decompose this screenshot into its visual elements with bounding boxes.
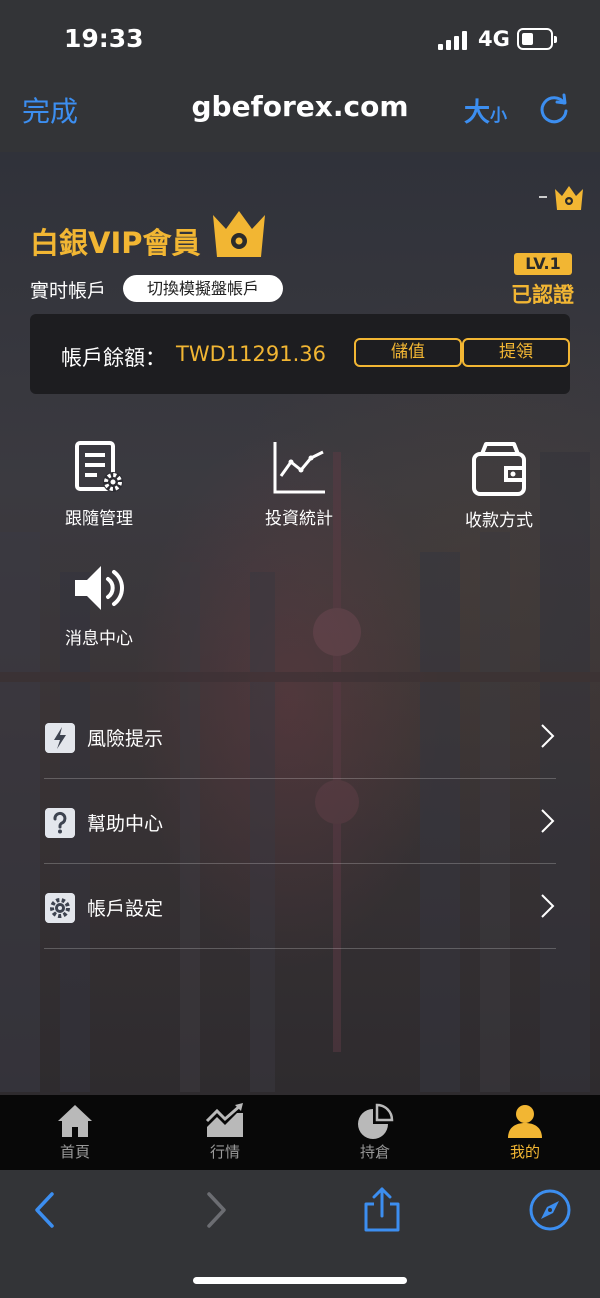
- verified-status: 已認證: [511, 283, 574, 307]
- crown-small-icon: [555, 186, 583, 210]
- grid-message-center[interactable]: 消息中心: [29, 560, 169, 649]
- grid-label: 收款方式: [465, 511, 533, 531]
- lightning-icon: [45, 723, 75, 753]
- compass-icon[interactable]: [528, 1188, 572, 1232]
- menu-label: 帳戶設定: [87, 898, 164, 920]
- home-indicator: [193, 1277, 407, 1284]
- reload-icon[interactable]: [537, 92, 571, 126]
- document-gear-icon: [75, 441, 123, 492]
- tab-label: 我的: [509, 1143, 540, 1161]
- tab-label: 行情: [209, 1143, 240, 1161]
- pie-chart-icon: [358, 1103, 394, 1139]
- balance-label: 帳戶餘額：: [61, 346, 166, 370]
- tab-positions[interactable]: 持倉: [330, 1103, 420, 1162]
- text-size-button[interactable]: 大小: [464, 92, 507, 129]
- tab-mine[interactable]: 我的: [480, 1103, 570, 1162]
- forward-icon[interactable]: [205, 1190, 229, 1230]
- profile-page: 白銀VIP會員 實时帳戶 切換模擬盤帳戶 LV.1 已認證 帳戶餘額： TWD1…: [0, 152, 600, 1095]
- grid-follow-management[interactable]: 跟隨管理: [29, 440, 169, 529]
- balance-card: 帳戶餘額： TWD11291.36 儲值 提領: [30, 314, 570, 394]
- user-icon: [508, 1105, 542, 1138]
- status-time: 19:33: [64, 24, 144, 53]
- tab-label: 持倉: [359, 1143, 390, 1161]
- chevron-right-icon: [541, 894, 555, 918]
- battery-icon: [517, 28, 557, 50]
- vip-title: 白銀VIP會員: [30, 226, 201, 260]
- grid-label: 投資統計: [265, 509, 333, 529]
- grid-investment-stats[interactable]: 投資統計: [229, 440, 369, 529]
- balance-value: TWD11291.36: [176, 342, 326, 366]
- browser-bottom-bar: [0, 1170, 600, 1298]
- grid-label: 跟隨管理: [65, 509, 133, 529]
- account-type: 實时帳戶: [30, 280, 107, 302]
- menu-item-risk-warning[interactable]: 風險提示: [44, 694, 556, 779]
- text-size-big: 大: [464, 98, 491, 128]
- speaker-icon: [75, 566, 124, 610]
- grid-payment-methods[interactable]: 收款方式: [429, 440, 569, 531]
- line-chart-icon: [273, 442, 325, 494]
- share-icon[interactable]: [362, 1186, 402, 1232]
- wallet-icon: [472, 442, 526, 496]
- back-icon[interactable]: [32, 1190, 56, 1230]
- chevron-right-icon: [541, 809, 555, 833]
- grid-label: 消息中心: [65, 629, 133, 649]
- bottom-tab-bar: 首頁 行情 持倉 我的: [0, 1095, 600, 1170]
- status-bar: 19:33 4G: [0, 0, 600, 78]
- signal-icon: [438, 30, 468, 50]
- question-icon: [45, 808, 75, 838]
- switch-demo-button[interactable]: 切換模擬盤帳戶: [123, 275, 283, 302]
- menu-item-account-settings[interactable]: 帳戶設定: [44, 864, 556, 949]
- browser-top-bar: 完成 gbeforex.com 大小: [0, 78, 600, 152]
- home-icon: [58, 1105, 92, 1137]
- crown-icon: [213, 211, 265, 257]
- decor-dash: [539, 196, 547, 198]
- network-type: 4G: [478, 27, 510, 51]
- withdraw-button[interactable]: 提領: [462, 338, 570, 367]
- url-label[interactable]: gbeforex.com: [0, 90, 600, 123]
- tab-home[interactable]: 首頁: [30, 1103, 120, 1162]
- gear-icon: [45, 893, 75, 923]
- menu-item-help-center[interactable]: 幫助中心: [44, 779, 556, 864]
- menu-label: 風險提示: [87, 728, 164, 750]
- deposit-button[interactable]: 儲值: [354, 338, 462, 367]
- tab-label: 首頁: [59, 1143, 90, 1161]
- chevron-right-icon: [541, 724, 555, 748]
- tab-market[interactable]: 行情: [180, 1103, 270, 1162]
- level-badge: LV.1: [514, 253, 572, 275]
- menu-label: 幫助中心: [87, 813, 164, 835]
- market-chart-icon: [205, 1103, 243, 1137]
- text-size-small: 小: [490, 106, 508, 126]
